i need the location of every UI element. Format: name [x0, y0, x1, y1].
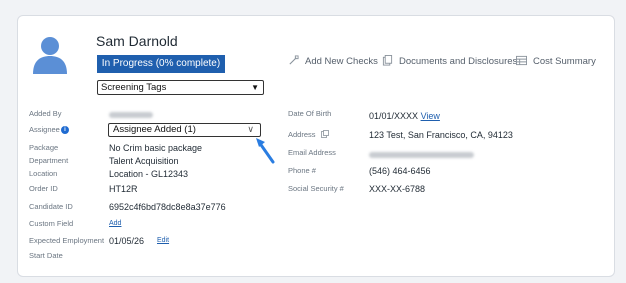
- documents-disclosures-button[interactable]: Documents and Disclosures: [382, 55, 517, 67]
- added-by-redacted: [109, 112, 153, 118]
- address-value: 123 Test, San Francisco, CA, 94123: [369, 130, 513, 140]
- pointer-arrow-icon: [256, 138, 275, 164]
- status-badge[interactable]: In Progress (0% complete): [97, 55, 225, 73]
- assignee-label: Assignee: [29, 125, 60, 134]
- start-date-value: 01/05/26: [109, 236, 145, 246]
- assignee-select[interactable]: Assignee Added (1) ∨: [108, 123, 261, 137]
- ssn-label: Social Security #: [288, 184, 344, 193]
- dob-view-link[interactable]: View: [421, 111, 440, 121]
- address-label: Address: [288, 130, 329, 139]
- package-label: Package: [29, 143, 59, 152]
- order-id-value: HT12R: [109, 184, 138, 194]
- email-label: Email Address: [288, 148, 336, 157]
- info-icon[interactable]: i: [61, 126, 69, 134]
- dob-value: 01/01/XXXX View: [369, 111, 440, 121]
- table-icon: [516, 55, 527, 66]
- chevron-down-icon: ∨: [247, 124, 254, 134]
- phone-label: Phone #: [288, 166, 316, 175]
- cost-summary-label: Cost Summary: [533, 56, 596, 67]
- department-label: Department: [29, 156, 69, 165]
- location-label: Location: [29, 169, 58, 178]
- cost-summary-button[interactable]: Cost Summary: [516, 55, 596, 67]
- custom-field-label: Custom Field: [29, 219, 74, 228]
- avatar: [33, 37, 67, 74]
- expected-employment-label: Expected Employment: [29, 236, 105, 245]
- candidate-id-value: 6952c4f6bd78dc8e8a37e776: [109, 202, 226, 212]
- phone-value: (546) 464-6456: [369, 166, 431, 176]
- candidate-id-label: Candidate ID: [29, 202, 73, 211]
- assignee-value: Assignee Added (1): [113, 124, 196, 135]
- chevron-down-icon: ▼: [251, 83, 259, 92]
- screening-tags-label: Screening Tags: [101, 82, 167, 93]
- documents-disclosures-label: Documents and Disclosures: [399, 56, 518, 67]
- package-value: No Crim basic package: [109, 143, 203, 153]
- ssn-value: XXX-XX-6788: [369, 184, 426, 194]
- location-value: Location - GL12343: [109, 169, 189, 179]
- order-id-label: Order ID: [29, 184, 58, 193]
- add-new-checks-button[interactable]: Add New Checks: [288, 55, 378, 67]
- department-value: Talent Acquisition: [109, 156, 179, 166]
- wand-icon: [289, 55, 299, 65]
- screening-tags-select[interactable]: Screening Tags ▼: [97, 80, 264, 95]
- custom-field-add-link[interactable]: Add: [109, 220, 121, 227]
- copy-icon[interactable]: [320, 130, 329, 138]
- email-redacted: [369, 152, 474, 158]
- start-date-edit-link[interactable]: Edit: [157, 237, 169, 244]
- address-label-text: Address: [288, 130, 316, 139]
- candidate-name: Sam Darnold: [96, 33, 178, 49]
- start-date-label: Start Date: [29, 251, 63, 260]
- add-new-checks-label: Add New Checks: [305, 56, 378, 67]
- added-by-label: Added By: [29, 109, 62, 118]
- dob-masked: 01/01/XXXX: [369, 111, 419, 121]
- dob-label: Date Of Birth: [288, 109, 332, 118]
- documents-icon: [382, 55, 393, 66]
